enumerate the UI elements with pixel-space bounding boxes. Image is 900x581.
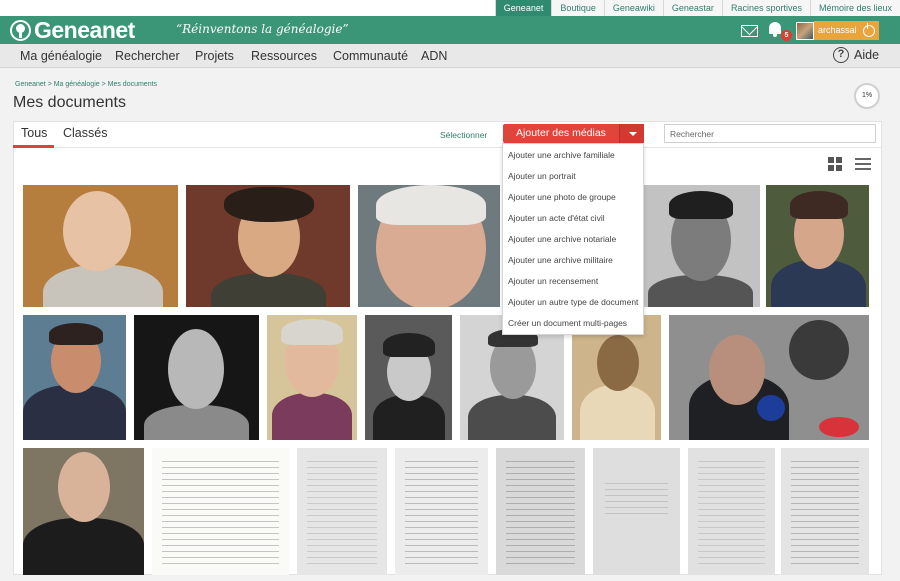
site-link-geneanet[interactable]: Geneanet [494, 0, 552, 16]
search-input[interactable] [664, 124, 876, 143]
dropdown-item-multi-pages[interactable]: Créer un document multi-pages [508, 318, 627, 328]
grid-view-icon[interactable] [828, 157, 843, 172]
media-thumbnail[interactable] [297, 448, 387, 575]
dropdown-item-acte-etat-civil[interactable]: Ajouter un acte d'état civil [508, 213, 605, 223]
page-title: Mes documents [13, 94, 126, 111]
nav-item-ressources[interactable]: Ressources [251, 44, 317, 68]
dropdown-item-archive-notariale[interactable]: Ajouter une archive notariale [508, 234, 616, 244]
media-thumbnail[interactable] [267, 315, 357, 440]
mail-icon[interactable] [741, 25, 758, 37]
media-thumbnail[interactable] [358, 185, 500, 307]
select-link[interactable]: Sélectionner [440, 130, 487, 140]
bell-icon[interactable] [768, 22, 782, 38]
slogan: “Réinventons la généalogie” [176, 22, 349, 36]
site-link-boutique[interactable]: Boutique [551, 0, 604, 16]
header: Geneanet “Réinventons la généalogie” 5 a… [0, 16, 900, 44]
dropdown-item-photo-de-groupe[interactable]: Ajouter une photo de groupe [508, 192, 616, 202]
site-link-racines-sportives[interactable]: Racines sportives [721, 0, 810, 16]
site-link-geneawiki[interactable]: Geneawiki [603, 0, 663, 16]
media-thumbnail[interactable] [593, 448, 680, 575]
dropdown-item-archive-familiale[interactable]: Ajouter une archive familiale [508, 150, 615, 160]
media-thumbnail[interactable] [395, 448, 488, 575]
add-media-button[interactable]: Ajouter des médias [503, 124, 644, 143]
add-media-label: Ajouter des médias [516, 127, 606, 139]
media-thumbnail[interactable] [766, 185, 869, 307]
caret-down-icon[interactable] [619, 124, 644, 143]
top-strip: Geneanet Boutique Geneawiki Geneastar Ra… [0, 0, 900, 16]
media-thumbnail[interactable] [152, 448, 289, 575]
add-media-dropdown: Ajouter une archive familiale Ajouter un… [502, 143, 644, 335]
help-label: Aide [854, 48, 880, 62]
progress-indicator[interactable]: 1% [854, 83, 880, 109]
media-thumbnail[interactable] [688, 448, 775, 575]
media-thumbnail[interactable] [186, 185, 350, 307]
list-view-icon[interactable] [855, 158, 871, 171]
site-links: Geneanet Boutique Geneawiki Geneastar Ra… [494, 0, 900, 16]
media-thumbnail[interactable] [781, 448, 869, 575]
nav-item-adn[interactable]: ADN [421, 44, 447, 68]
tab-tous[interactable]: Tous [13, 121, 54, 148]
user-menu[interactable]: archassal [796, 21, 879, 40]
logo[interactable]: Geneanet [10, 17, 135, 43]
media-thumbnail[interactable] [643, 185, 760, 307]
media-thumbnail[interactable] [23, 448, 144, 575]
username: archassal [818, 25, 857, 35]
tab-classes[interactable]: Classés [63, 121, 107, 148]
breadcrumb[interactable]: Geneanet > Ma généalogie > Mes documents [15, 81, 157, 88]
avatar[interactable] [796, 21, 814, 40]
site-link-memoire-des-lieux[interactable]: Mémoire des lieux [809, 0, 900, 16]
help-link[interactable]: ? Aide [833, 47, 879, 63]
dropdown-item-archive-militaire[interactable]: Ajouter une archive militaire [508, 255, 613, 265]
nav-item-communaute[interactable]: Communauté [333, 44, 408, 68]
media-thumbnail[interactable] [134, 315, 259, 440]
power-icon[interactable] [862, 22, 875, 37]
media-thumbnail[interactable] [669, 315, 869, 440]
nav-item-ma-genealogie[interactable]: Ma généalogie [20, 44, 102, 68]
notification-badge: 5 [781, 30, 792, 41]
nav-item-projets[interactable]: Projets [195, 44, 234, 68]
dropdown-item-recensement[interactable]: Ajouter un recensement [508, 276, 598, 286]
dropdown-item-portrait[interactable]: Ajouter un portrait [508, 171, 576, 181]
media-thumbnail[interactable] [365, 315, 452, 440]
site-link-geneastar[interactable]: Geneastar [662, 0, 722, 16]
logo-text: Geneanet [34, 16, 135, 43]
main-nav: Ma généalogie Rechercher Projets Ressour… [0, 44, 900, 68]
nav-item-rechercher[interactable]: Rechercher [115, 44, 180, 68]
media-thumbnail[interactable] [496, 448, 585, 575]
user-box[interactable]: archassal [814, 21, 879, 40]
help-icon: ? [833, 47, 849, 63]
media-thumbnail[interactable] [23, 185, 178, 307]
media-thumbnail[interactable] [23, 315, 126, 440]
geneanet-logo-icon [10, 19, 31, 41]
dropdown-item-autre-type[interactable]: Ajouter un autre type de document [508, 297, 638, 307]
